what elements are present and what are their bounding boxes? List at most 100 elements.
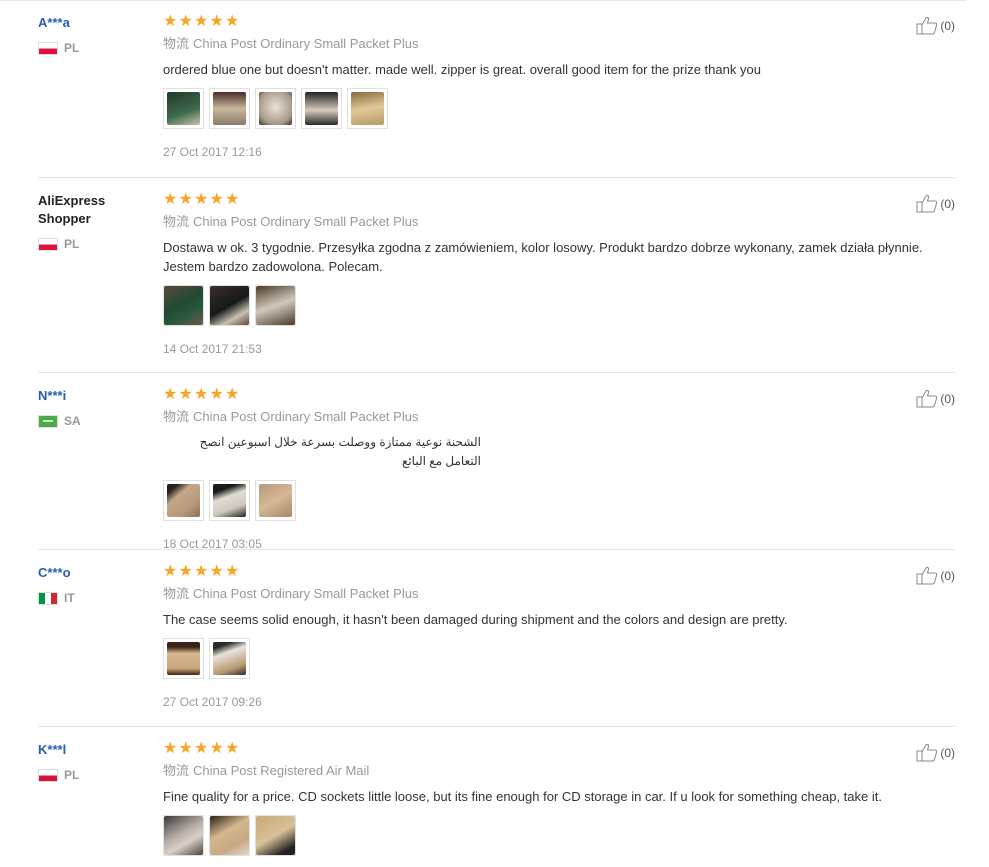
thumbs-up-icon: [916, 567, 938, 585]
review-photo-thumbnail[interactable]: [255, 815, 296, 856]
poland-flag-icon: [38, 768, 58, 782]
star-icon: ★: [178, 740, 193, 757]
reviewer-country: IT: [38, 591, 75, 605]
review-photo-thumbnail[interactable]: [163, 638, 204, 679]
review-item: AliExpress Shopper PL ★ ★ ★ ★ ★ 物流 China Post…: [38, 178, 955, 373]
star-icon: ★: [163, 191, 178, 208]
review-text: ordered blue one but doesn't matter. mad…: [163, 62, 761, 77]
review-text: The case seems solid enough, it hasn't b…: [163, 612, 788, 627]
star-rating: ★ ★ ★ ★ ★: [163, 386, 955, 403]
thumbs-up-icon: [916, 195, 938, 213]
review-photo-thumbnail[interactable]: [347, 88, 388, 129]
logistics-info: 物流 China Post Ordinary Small Packet Plus: [163, 36, 419, 51]
review-date: 27 Oct 2017 12:16: [163, 145, 262, 159]
star-icon: ★: [178, 386, 193, 403]
reviewer-name[interactable]: K***l: [38, 741, 148, 759]
review-item: K***l PL ★ ★ ★ ★ ★ 物流 China Post Registered A…: [38, 727, 955, 867]
logistics-info: 物流 China Post Ordinary Small Packet Plus: [163, 586, 419, 601]
review-text: Dostawa w ok. 3 tygodnie. Przesyłka zgod…: [163, 240, 923, 274]
helpful-count: (0): [940, 196, 955, 211]
reviewer-country: PL: [38, 41, 79, 55]
reviewer-name[interactable]: A***a: [38, 14, 148, 32]
review-photo-thumbnail[interactable]: [163, 815, 204, 856]
saudi-arabia-flag-icon: [38, 414, 58, 428]
star-rating: ★ ★ ★ ★ ★: [163, 740, 955, 757]
star-icon: ★: [194, 13, 209, 30]
star-icon: ★: [225, 563, 240, 580]
review-text: الشحنة نوعية ممتازة ووصلت بسرعة خلال اسب…: [199, 435, 481, 468]
star-icon: ★: [209, 563, 224, 580]
star-icon: ★: [225, 13, 240, 30]
reviewer-name[interactable]: N***i: [38, 387, 148, 405]
thumbs-up-icon: [916, 17, 938, 35]
thumbs-up-icon: [916, 744, 938, 762]
review-photo-thumbnail[interactable]: [255, 285, 296, 326]
country-code: SA: [64, 414, 81, 428]
review-photo-thumbnail[interactable]: [255, 480, 296, 521]
review-photo-thumbnail[interactable]: [209, 815, 250, 856]
helpful-count: (0): [940, 18, 955, 33]
review-photos: [163, 88, 955, 129]
logistics-info: 物流 China Post Ordinary Small Packet Plus: [163, 409, 419, 424]
star-icon: ★: [209, 740, 224, 757]
review-photo-thumbnail[interactable]: [209, 285, 250, 326]
review-photo-thumbnail[interactable]: [209, 480, 250, 521]
star-rating: ★ ★ ★ ★ ★: [163, 191, 955, 208]
helpful-button[interactable]: (0): [916, 194, 955, 213]
helpful-button[interactable]: (0): [916, 389, 955, 408]
review-item: C***o IT ★ ★ ★ ★ ★ 物流 China Post Ordinary Sma…: [38, 550, 955, 727]
thumbs-up-icon: [916, 390, 938, 408]
star-icon: ★: [178, 191, 193, 208]
star-icon: ★: [225, 740, 240, 757]
reviewer-name[interactable]: C***o: [38, 564, 148, 582]
review-item: A***a PL ★ ★ ★ ★ ★ 物流 China Post Ordinary Sma…: [38, 0, 955, 178]
reviewer-name: AliExpress Shopper: [38, 193, 106, 226]
review-date: 27 Oct 2017 09:26: [163, 695, 262, 709]
star-icon: ★: [194, 386, 209, 403]
star-icon: ★: [178, 13, 193, 30]
review-photos: [163, 815, 955, 856]
review-photo-thumbnail[interactable]: [209, 638, 250, 679]
reviewer-country: SA: [38, 414, 81, 428]
star-icon: ★: [178, 563, 193, 580]
star-icon: ★: [209, 191, 224, 208]
review-photo-thumbnail[interactable]: [163, 480, 204, 521]
star-icon: ★: [163, 740, 178, 757]
helpful-count: (0): [940, 391, 955, 406]
review-photos: [163, 638, 955, 679]
review-photo-thumbnail[interactable]: [163, 88, 204, 129]
star-icon: ★: [163, 386, 178, 403]
poland-flag-icon: [38, 237, 58, 251]
country-code: IT: [64, 591, 75, 605]
star-icon: ★: [209, 386, 224, 403]
country-code: PL: [64, 768, 80, 782]
star-rating: ★ ★ ★ ★ ★: [163, 13, 955, 30]
poland-flag-icon: [38, 41, 58, 55]
helpful-button[interactable]: (0): [916, 566, 955, 585]
star-icon: ★: [194, 740, 209, 757]
star-rating: ★ ★ ★ ★ ★: [163, 563, 955, 580]
helpful-count: (0): [940, 568, 955, 583]
reviewer-country: PL: [38, 768, 79, 782]
review-photos: [163, 285, 955, 326]
review-date: 18 Oct 2017 03:05: [163, 537, 262, 551]
review-text: Fine quality for a price. CD sockets lit…: [163, 789, 882, 804]
review-date: 14 Oct 2017 21:53: [163, 342, 262, 356]
star-icon: ★: [194, 191, 209, 208]
reviewer-country: PL: [38, 237, 79, 251]
review-photos: [163, 480, 955, 521]
country-code: PL: [64, 41, 80, 55]
helpful-count: (0): [940, 745, 955, 760]
italy-flag-icon: [38, 591, 58, 605]
helpful-button[interactable]: (0): [916, 743, 955, 762]
country-code: PL: [64, 237, 80, 251]
review-photo-thumbnail[interactable]: [209, 88, 250, 129]
logistics-info: 物流 China Post Registered Air Mail: [163, 763, 370, 778]
star-icon: ★: [209, 13, 224, 30]
review-photo-thumbnail[interactable]: [163, 285, 204, 326]
review-photo-thumbnail[interactable]: [301, 88, 342, 129]
star-icon: ★: [194, 563, 209, 580]
review-photo-thumbnail[interactable]: [255, 88, 296, 129]
star-icon: ★: [163, 13, 178, 30]
helpful-button[interactable]: (0): [916, 16, 955, 35]
